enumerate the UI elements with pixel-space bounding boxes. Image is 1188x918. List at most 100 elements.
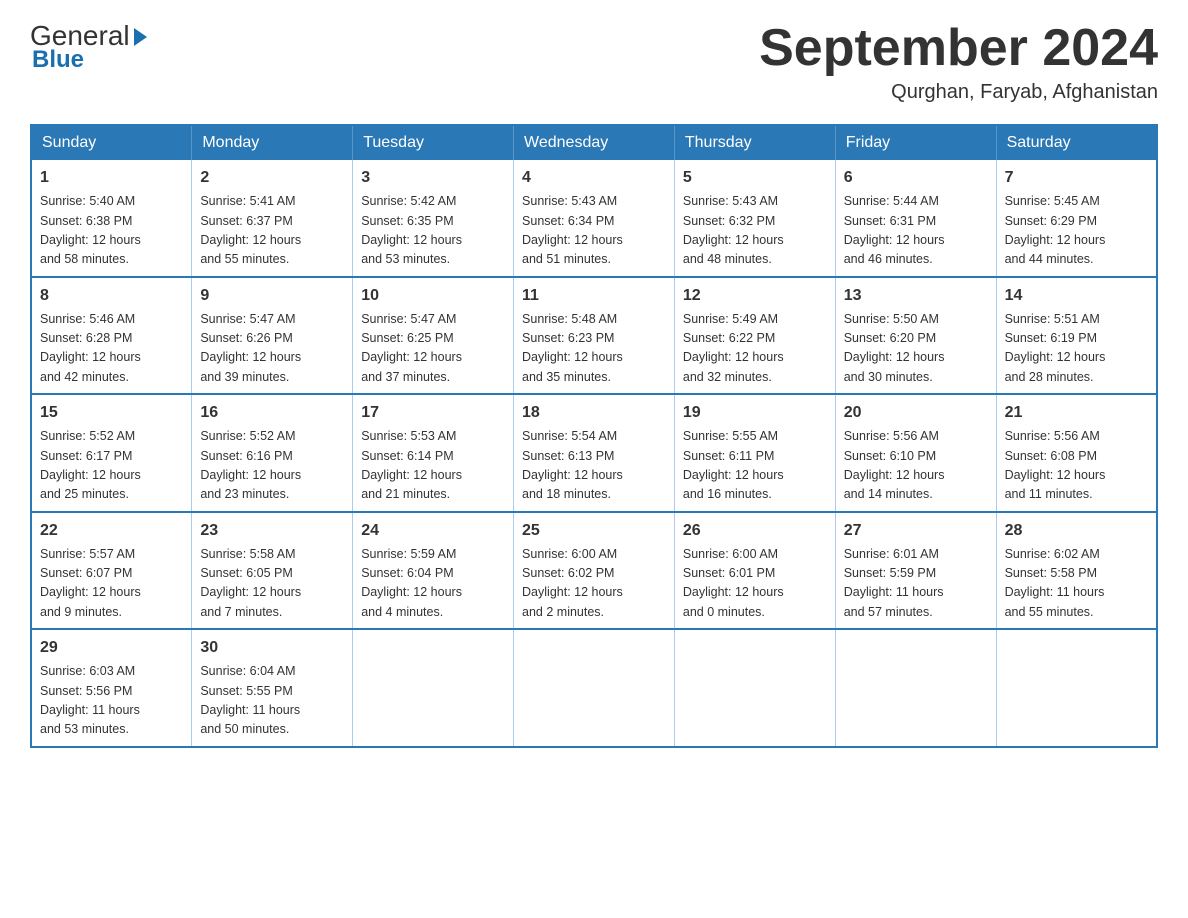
col-friday: Friday xyxy=(835,125,996,160)
col-thursday: Thursday xyxy=(674,125,835,160)
calendar-cell: 10Sunrise: 5:47 AM Sunset: 6:25 PM Dayli… xyxy=(353,277,514,395)
day-number: 9 xyxy=(200,284,344,308)
calendar-cell: 23Sunrise: 5:58 AM Sunset: 6:05 PM Dayli… xyxy=(192,512,353,630)
day-info: Sunrise: 6:04 AM Sunset: 5:55 PM Dayligh… xyxy=(200,664,300,736)
day-info: Sunrise: 5:56 AM Sunset: 6:08 PM Dayligh… xyxy=(1005,429,1106,501)
day-number: 5 xyxy=(683,166,827,190)
location-text: Qurghan, Faryab, Afghanistan xyxy=(759,81,1158,104)
calendar-cell: 27Sunrise: 6:01 AM Sunset: 5:59 PM Dayli… xyxy=(835,512,996,630)
calendar-cell: 4 Sunrise: 5:43 AM Sunset: 6:34 PM Daylig… xyxy=(514,160,675,277)
day-number: 16 xyxy=(200,401,344,425)
calendar-cell: 25 Sunrise: 6:00 AM Sunset: 6:02 PM Dayli… xyxy=(514,512,675,630)
calendar-cell xyxy=(835,629,996,747)
calendar-week-5: 29 Sunrise: 6:03 AM Sunset: 5:56 PM Dayli… xyxy=(31,629,1157,747)
calendar-cell: 17 Sunrise: 5:53 AM Sunset: 6:14 PM Dayli… xyxy=(353,394,514,512)
calendar-cell: 6 Sunrise: 5:44 AM Sunset: 6:31 PM Daylig… xyxy=(835,160,996,277)
calendar-week-2: 8Sunrise: 5:46 AM Sunset: 6:28 PM Daylig… xyxy=(31,277,1157,395)
day-number: 3 xyxy=(361,166,505,190)
day-number: 29 xyxy=(40,636,183,660)
day-info: Sunrise: 5:44 AM Sunset: 6:31 PM Dayligh… xyxy=(844,194,945,266)
day-info: Sunrise: 5:47 AM Sunset: 6:26 PM Dayligh… xyxy=(200,312,301,384)
day-number: 19 xyxy=(683,401,827,425)
calendar-week-3: 15Sunrise: 5:52 AM Sunset: 6:17 PM Dayli… xyxy=(31,394,1157,512)
day-number: 15 xyxy=(40,401,183,425)
col-sunday: Sunday xyxy=(31,125,192,160)
col-tuesday: Tuesday xyxy=(353,125,514,160)
day-number: 22 xyxy=(40,519,183,543)
day-info: Sunrise: 5:53 AM Sunset: 6:14 PM Dayligh… xyxy=(361,429,462,501)
page: General Blue September 2024 Qurghan, Far… xyxy=(0,0,1188,768)
calendar-cell: 21 Sunrise: 5:56 AM Sunset: 6:08 PM Dayli… xyxy=(996,394,1157,512)
day-number: 30 xyxy=(200,636,344,660)
day-number: 7 xyxy=(1005,166,1148,190)
day-number: 23 xyxy=(200,519,344,543)
logo: General Blue xyxy=(30,20,147,74)
day-info: Sunrise: 5:54 AM Sunset: 6:13 PM Dayligh… xyxy=(522,429,623,501)
day-number: 8 xyxy=(40,284,183,308)
calendar-cell: 8Sunrise: 5:46 AM Sunset: 6:28 PM Daylig… xyxy=(31,277,192,395)
calendar-cell xyxy=(514,629,675,747)
day-info: Sunrise: 5:49 AM Sunset: 6:22 PM Dayligh… xyxy=(683,312,784,384)
day-info: Sunrise: 5:51 AM Sunset: 6:19 PM Dayligh… xyxy=(1005,312,1106,384)
day-info: Sunrise: 5:40 AM Sunset: 6:38 PM Dayligh… xyxy=(40,194,141,266)
calendar-cell: 26 Sunrise: 6:00 AM Sunset: 6:01 PM Dayli… xyxy=(674,512,835,630)
calendar-cell: 9 Sunrise: 5:47 AM Sunset: 6:26 PM Daylig… xyxy=(192,277,353,395)
day-info: Sunrise: 6:01 AM Sunset: 5:59 PM Dayligh… xyxy=(844,547,944,619)
day-number: 11 xyxy=(522,284,666,308)
day-number: 10 xyxy=(361,284,505,308)
day-info: Sunrise: 5:45 AM Sunset: 6:29 PM Dayligh… xyxy=(1005,194,1106,266)
calendar-week-4: 22 Sunrise: 5:57 AM Sunset: 6:07 PM Dayli… xyxy=(31,512,1157,630)
day-info: Sunrise: 5:41 AM Sunset: 6:37 PM Dayligh… xyxy=(200,194,301,266)
day-info: Sunrise: 5:59 AM Sunset: 6:04 PM Dayligh… xyxy=(361,547,462,619)
day-info: Sunrise: 5:55 AM Sunset: 6:11 PM Dayligh… xyxy=(683,429,784,501)
calendar-cell: 29 Sunrise: 6:03 AM Sunset: 5:56 PM Dayli… xyxy=(31,629,192,747)
calendar-cell: 14Sunrise: 5:51 AM Sunset: 6:19 PM Dayli… xyxy=(996,277,1157,395)
calendar-cell: 7 Sunrise: 5:45 AM Sunset: 6:29 PM Daylig… xyxy=(996,160,1157,277)
calendar-cell: 2 Sunrise: 5:41 AM Sunset: 6:37 PM Daylig… xyxy=(192,160,353,277)
calendar-cell: 11 Sunrise: 5:48 AM Sunset: 6:23 PM Dayli… xyxy=(514,277,675,395)
day-info: Sunrise: 6:00 AM Sunset: 6:02 PM Dayligh… xyxy=(522,547,623,619)
calendar-cell: 30 Sunrise: 6:04 AM Sunset: 5:55 PM Dayli… xyxy=(192,629,353,747)
calendar-cell: 18 Sunrise: 5:54 AM Sunset: 6:13 PM Dayli… xyxy=(514,394,675,512)
day-number: 2 xyxy=(200,166,344,190)
day-number: 24 xyxy=(361,519,505,543)
calendar-cell: 3 Sunrise: 5:42 AM Sunset: 6:35 PM Daylig… xyxy=(353,160,514,277)
calendar-cell: 22 Sunrise: 5:57 AM Sunset: 6:07 PM Dayli… xyxy=(31,512,192,630)
day-info: Sunrise: 6:02 AM Sunset: 5:58 PM Dayligh… xyxy=(1005,547,1105,619)
day-info: Sunrise: 5:42 AM Sunset: 6:35 PM Dayligh… xyxy=(361,194,462,266)
day-number: 26 xyxy=(683,519,827,543)
day-number: 25 xyxy=(522,519,666,543)
day-number: 17 xyxy=(361,401,505,425)
col-saturday: Saturday xyxy=(996,125,1157,160)
day-number: 1 xyxy=(40,166,183,190)
calendar-cell: 5 Sunrise: 5:43 AM Sunset: 6:32 PM Daylig… xyxy=(674,160,835,277)
calendar-week-1: 1 Sunrise: 5:40 AM Sunset: 6:38 PM Daylig… xyxy=(31,160,1157,277)
day-info: Sunrise: 5:56 AM Sunset: 6:10 PM Dayligh… xyxy=(844,429,945,501)
col-wednesday: Wednesday xyxy=(514,125,675,160)
day-info: Sunrise: 6:00 AM Sunset: 6:01 PM Dayligh… xyxy=(683,547,784,619)
day-info: Sunrise: 6:03 AM Sunset: 5:56 PM Dayligh… xyxy=(40,664,140,736)
day-info: Sunrise: 5:43 AM Sunset: 6:32 PM Dayligh… xyxy=(683,194,784,266)
day-number: 13 xyxy=(844,284,988,308)
day-number: 21 xyxy=(1005,401,1148,425)
title-area: September 2024 Qurghan, Faryab, Afghanis… xyxy=(759,20,1158,104)
day-info: Sunrise: 5:48 AM Sunset: 6:23 PM Dayligh… xyxy=(522,312,623,384)
logo-blue-text: Blue xyxy=(32,46,147,74)
calendar-cell xyxy=(353,629,514,747)
day-number: 20 xyxy=(844,401,988,425)
calendar-cell: 16 Sunrise: 5:52 AM Sunset: 6:16 PM Dayli… xyxy=(192,394,353,512)
day-info: Sunrise: 5:43 AM Sunset: 6:34 PM Dayligh… xyxy=(522,194,623,266)
calendar-header-row: Sunday Monday Tuesday Wednesday Thursday… xyxy=(31,125,1157,160)
logo-triangle-icon xyxy=(134,28,147,46)
calendar-cell xyxy=(996,629,1157,747)
calendar-cell: 28 Sunrise: 6:02 AM Sunset: 5:58 PM Dayli… xyxy=(996,512,1157,630)
calendar-cell: 13Sunrise: 5:50 AM Sunset: 6:20 PM Dayli… xyxy=(835,277,996,395)
day-info: Sunrise: 5:52 AM Sunset: 6:16 PM Dayligh… xyxy=(200,429,301,501)
col-monday: Monday xyxy=(192,125,353,160)
day-number: 28 xyxy=(1005,519,1148,543)
day-number: 18 xyxy=(522,401,666,425)
day-number: 6 xyxy=(844,166,988,190)
day-number: 12 xyxy=(683,284,827,308)
day-number: 4 xyxy=(522,166,666,190)
day-info: Sunrise: 5:57 AM Sunset: 6:07 PM Dayligh… xyxy=(40,547,141,619)
